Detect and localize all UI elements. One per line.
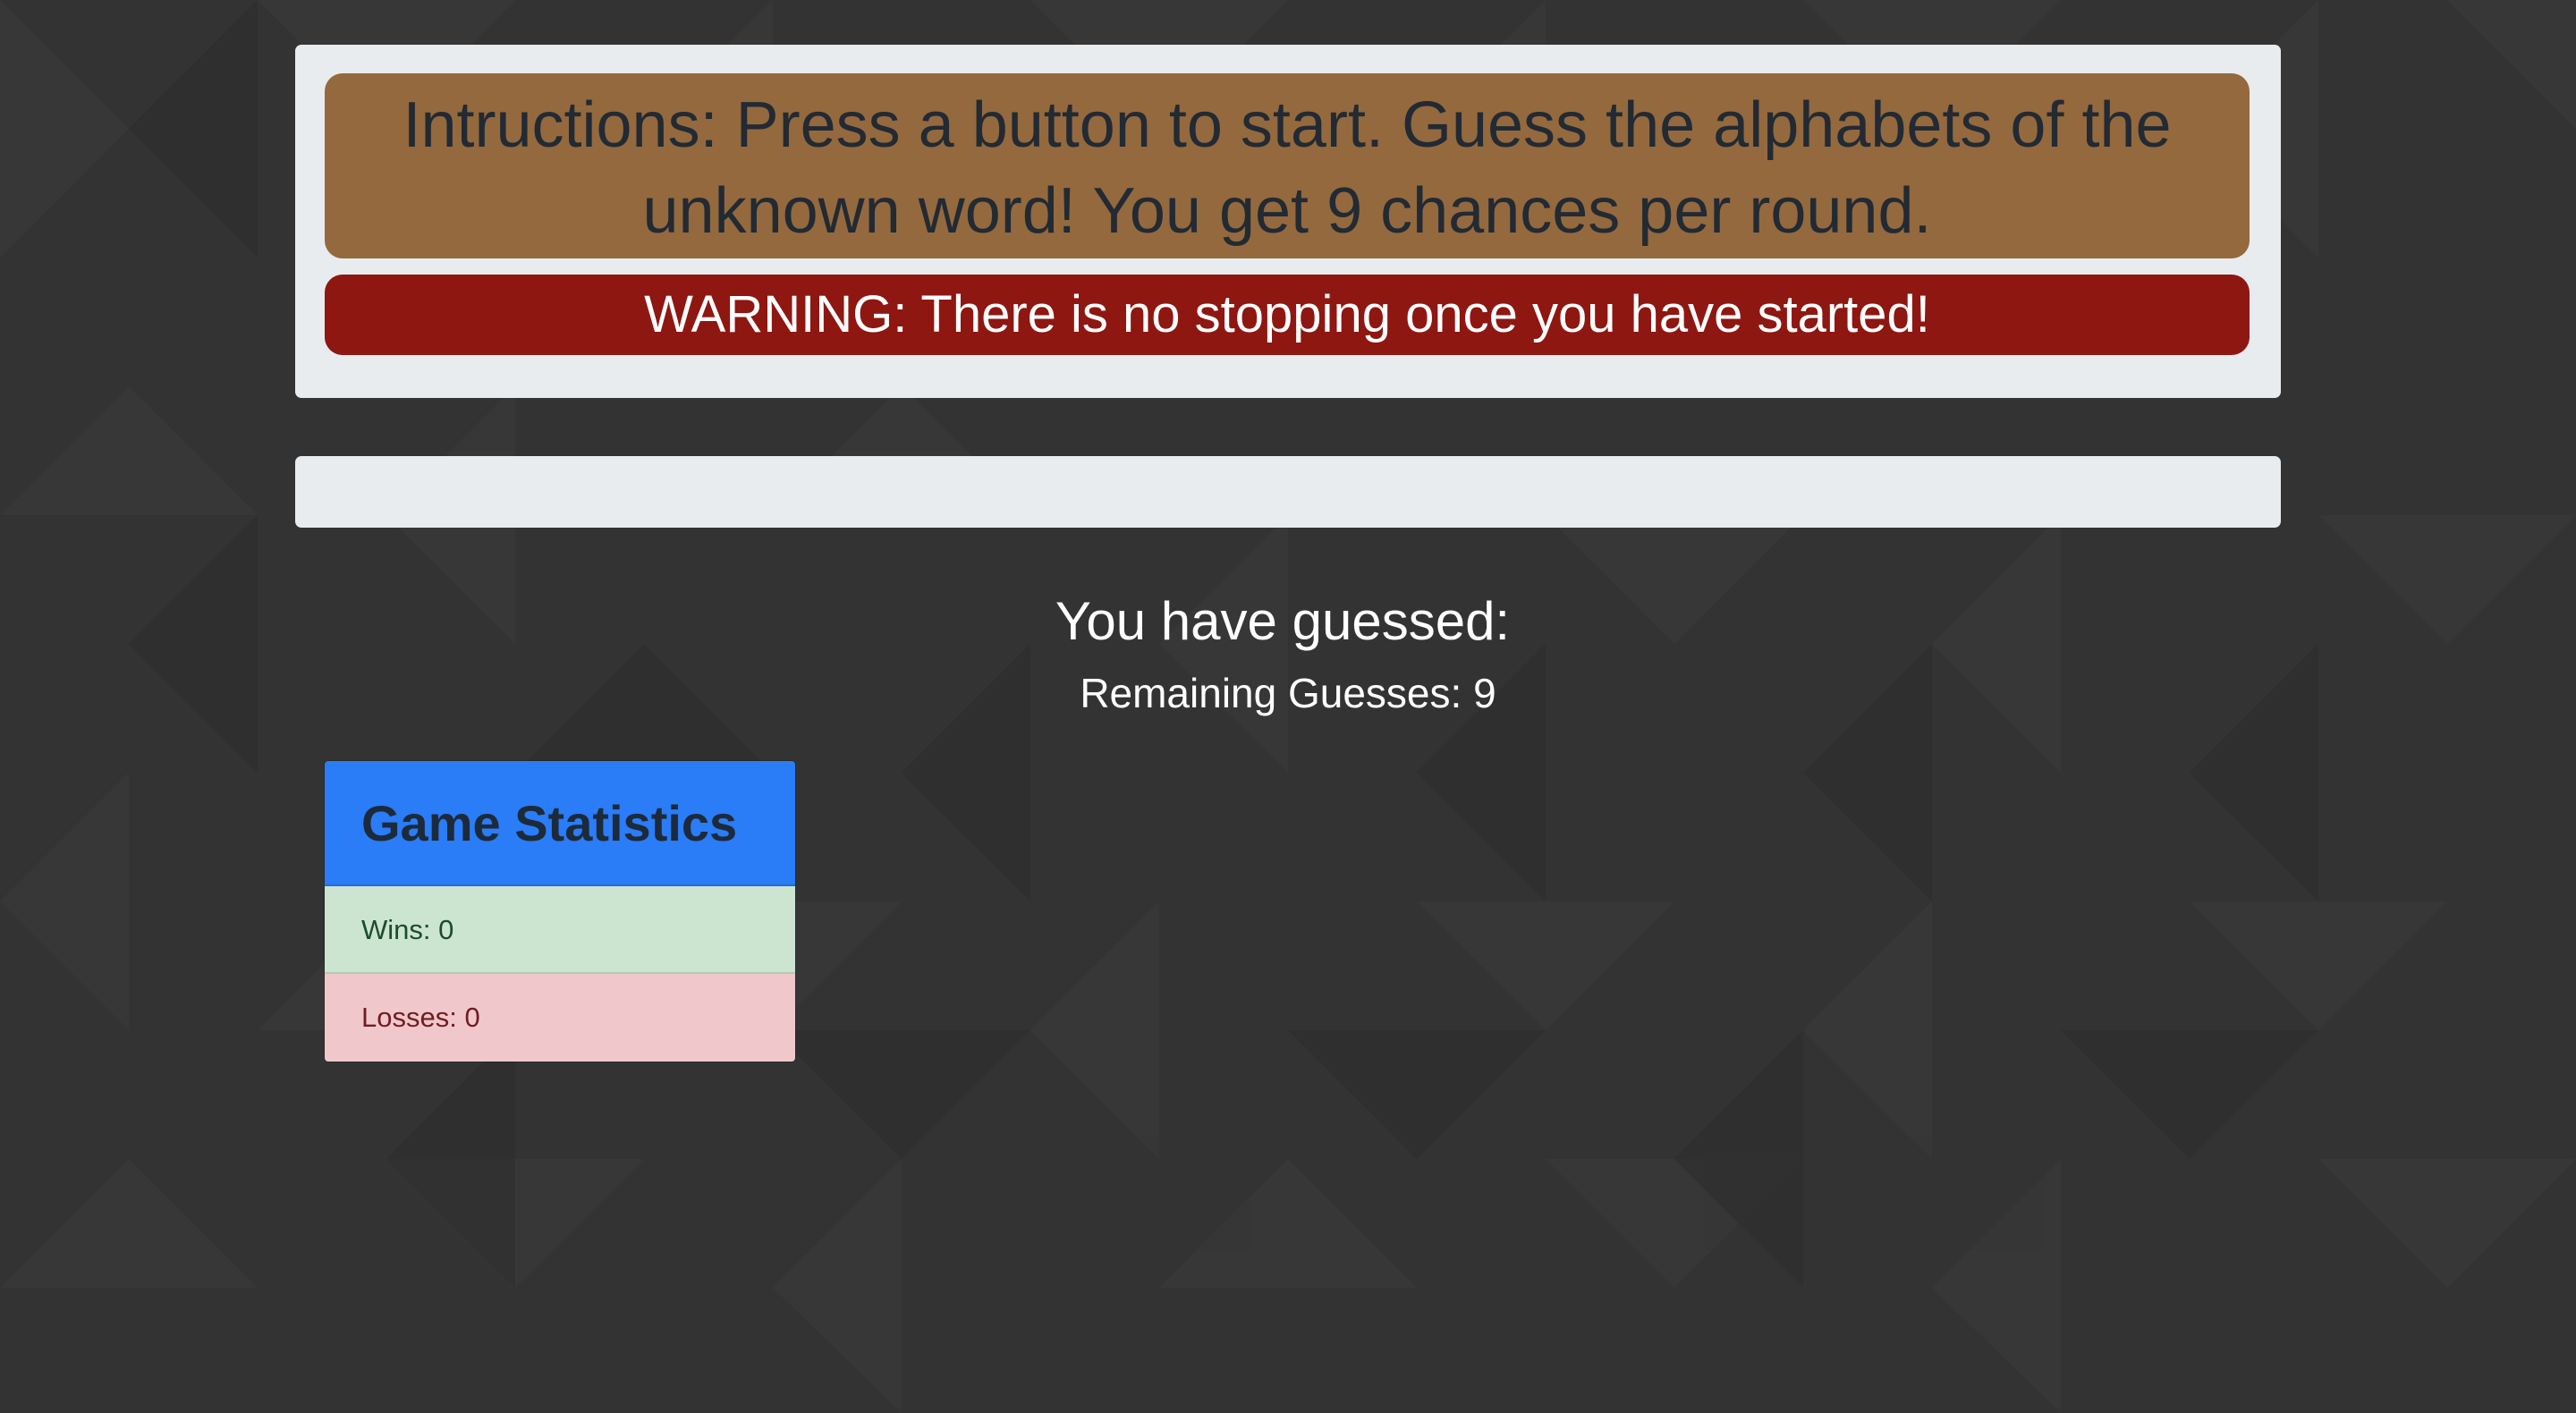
- word-panel: [295, 456, 2281, 528]
- losses-count: 0: [464, 1002, 480, 1033]
- instructions-panel: Intructions: Press a button to start. Gu…: [295, 45, 2281, 398]
- guessed-letters-heading: You have guessed:: [0, 586, 2576, 657]
- remaining-guesses: Remaining Guesses: 9: [0, 664, 2576, 723]
- game-statistics-card: Game Statistics Wins: 0 Losses: 0: [324, 760, 796, 1062]
- remaining-count: 9: [1473, 670, 1496, 716]
- wins-row: Wins: 0: [325, 886, 795, 974]
- remaining-label: Remaining Guesses:: [1080, 670, 1474, 716]
- wins-label: Wins:: [361, 914, 439, 945]
- warning-banner: WARNING: There is no stopping once you h…: [325, 275, 2250, 355]
- losses-row: Losses: 0: [325, 974, 795, 1062]
- instructions-text: Intructions: Press a button to start. Gu…: [325, 73, 2250, 258]
- wins-count: 0: [438, 914, 454, 945]
- stats-title: Game Statistics: [325, 761, 795, 886]
- guessed-label: You have guessed:: [1055, 591, 1511, 651]
- losses-label: Losses:: [361, 1002, 465, 1033]
